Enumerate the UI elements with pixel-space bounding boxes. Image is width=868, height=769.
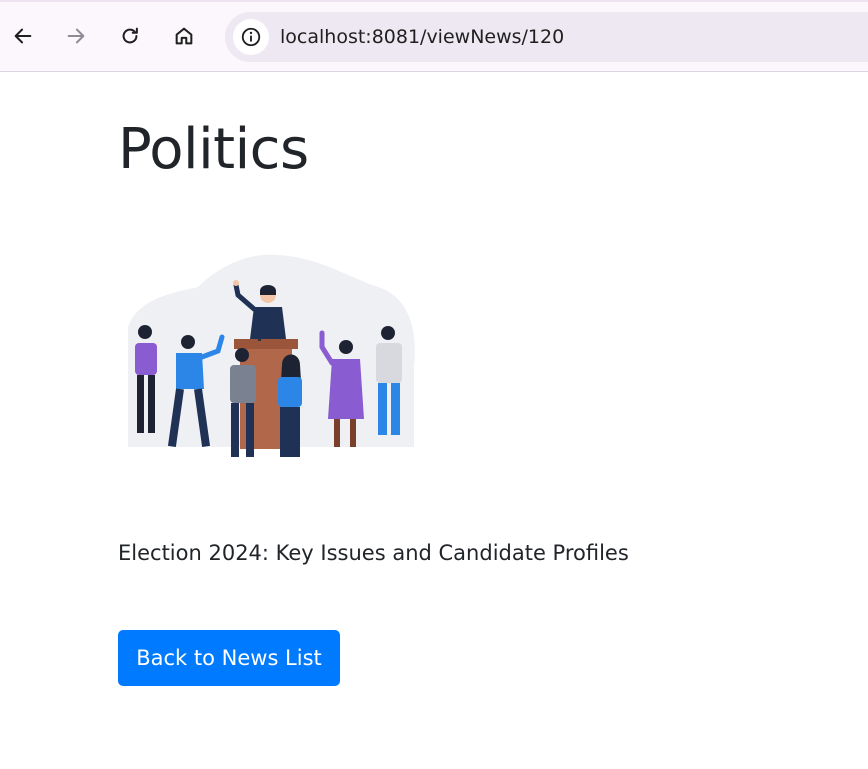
toolbar-top-accent — [0, 0, 868, 2]
page-title: Politics — [118, 117, 309, 182]
back-to-news-list-button[interactable]: Back to News List — [118, 630, 340, 686]
arrow-left-icon — [14, 28, 32, 44]
arrow-right-icon — [67, 28, 85, 44]
browser-toolbar: localhost:8081/viewNews/120 — [0, 0, 868, 72]
politics-rally-illustration — [128, 254, 415, 457]
back-nav-button[interactable] — [5, 18, 41, 54]
forward-nav-button[interactable] — [58, 18, 94, 54]
reload-icon — [122, 27, 138, 44]
info-icon — [241, 27, 261, 47]
home-icon — [175, 27, 193, 45]
news-headline: Election 2024: Key Issues and Candidate … — [118, 541, 629, 565]
site-info-button[interactable] — [233, 19, 269, 55]
address-bar[interactable]: localhost:8081/viewNews/120 — [225, 12, 868, 62]
url-text[interactable]: localhost:8081/viewNews/120 — [280, 25, 564, 49]
reload-button[interactable] — [112, 18, 148, 54]
home-button[interactable] — [166, 18, 202, 54]
